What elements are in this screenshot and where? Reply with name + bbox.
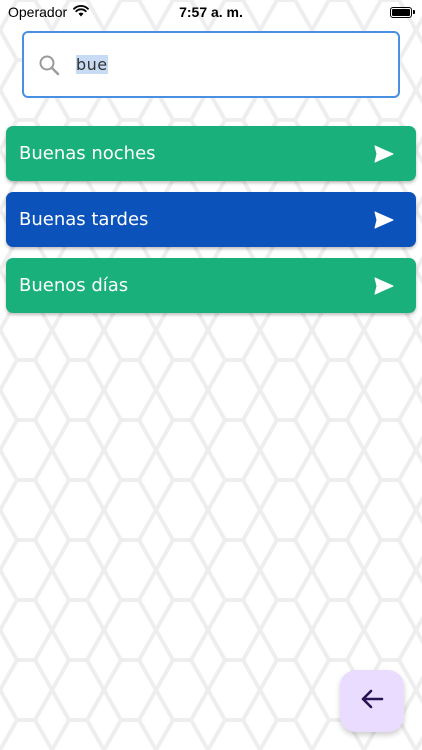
- carrier-label: Operador: [8, 4, 68, 20]
- status-bar: Operador 7:57 a. m.: [0, 0, 422, 24]
- wifi-icon: [73, 4, 90, 20]
- result-item-buenas-tardes[interactable]: Buenas tardes: [6, 192, 416, 247]
- battery-icon: [390, 6, 415, 18]
- search-field[interactable]: bue: [22, 31, 400, 98]
- search-input-value: bue: [76, 55, 108, 74]
- result-label: Buenas tardes: [19, 209, 149, 230]
- result-item-buenos-dias[interactable]: Buenos días: [6, 258, 416, 313]
- search-icon: [38, 54, 60, 76]
- arrow-left-icon: [360, 688, 384, 714]
- result-label: Buenas noches: [19, 143, 156, 164]
- battery-level: [392, 8, 410, 16]
- send-icon[interactable]: [374, 144, 394, 164]
- send-icon[interactable]: [374, 210, 394, 230]
- search-input[interactable]: bue: [76, 55, 108, 74]
- results-list: Buenas noches Buenas tardes Buenos días: [6, 126, 416, 324]
- hexagon-background-pattern: [0, 0, 422, 750]
- back-button[interactable]: [340, 670, 404, 732]
- result-item-buenas-noches[interactable]: Buenas noches: [6, 126, 416, 181]
- send-icon[interactable]: [374, 276, 394, 296]
- result-label: Buenos días: [19, 275, 129, 296]
